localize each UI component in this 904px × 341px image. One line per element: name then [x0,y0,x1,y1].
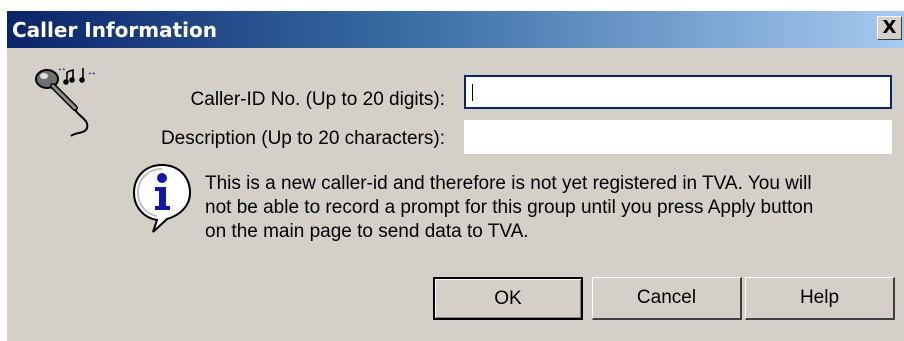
description-label: Description (Up to 20 characters): [160,128,445,149]
close-icon: X [882,17,897,38]
microphone-icon [35,68,96,137]
info-icon [132,163,192,233]
info-message: This is a new caller-id and therefore is… [205,172,895,244]
info-message-line: on the main page to send data to TVA. [205,221,529,242]
close-button[interactable]: X [877,16,902,40]
window-title: Caller Information [12,18,217,42]
title-bar[interactable]: Caller Information X [7,11,904,48]
cancel-button[interactable]: Cancel [592,277,742,320]
help-button[interactable]: Help [745,277,895,320]
caller-id-input[interactable] [464,75,892,109]
caller-id-label: Caller-ID No. (Up to 20 digits): [190,89,445,110]
description-input[interactable] [464,120,892,154]
ok-button[interactable]: OK [433,277,583,320]
caller-information-dialog: Caller Information X Caller-ID No. (Up t… [7,11,904,341]
info-message-line: This is a new caller-id and therefore is… [205,173,812,194]
info-message-line: not be able to record a prompt for this … [205,197,814,218]
sound-notes [58,68,96,85]
